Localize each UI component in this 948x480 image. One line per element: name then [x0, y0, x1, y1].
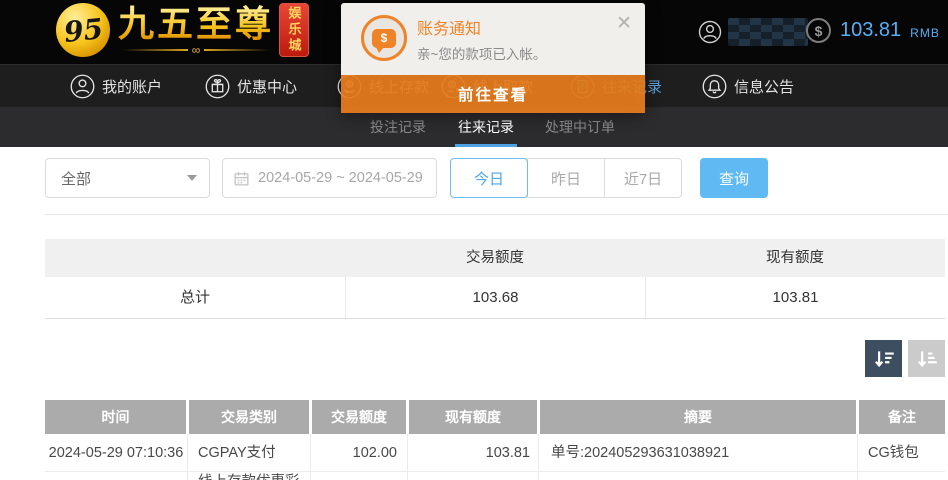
col-header-summary: 摘要: [540, 400, 856, 434]
cell-balance: 103.81: [407, 434, 538, 471]
summary-total-balance: 103.81: [645, 277, 945, 318]
nav-label: 优惠中心: [237, 76, 297, 97]
summary-total-label: 总计: [45, 277, 345, 318]
logo-flourish-icon: ∞: [118, 44, 274, 56]
cell-summary: [538, 472, 857, 480]
site-logo[interactable]: 95 九五至尊 ∞ 娱乐城: [56, 3, 309, 57]
tab-pending-orders[interactable]: 处理中订单: [545, 107, 615, 147]
cell-summary: 单号:202405293631038921: [538, 434, 857, 471]
table-row: 2024-05-29 07:10:36 CGPAY支付 102.00 103.8…: [45, 434, 945, 472]
yesterday-button[interactable]: 昨日: [527, 158, 605, 198]
cell-amount: 102.00: [310, 434, 407, 471]
cell-note: CG钱包: [857, 434, 945, 471]
sort-descending-icon: [871, 346, 897, 372]
summary-table: 交易额度 现有额度 总计 103.68 103.81: [45, 239, 945, 319]
tab-transaction-records[interactable]: 往来记录: [458, 107, 514, 147]
cell-time: 2024-05-29 07:10:36: [45, 434, 187, 471]
logo-monogram-icon: 95: [56, 3, 110, 57]
logo-badge: 娱乐城: [279, 3, 309, 57]
money-bubble-icon: $: [361, 15, 407, 61]
col-header-type: 交易类别: [189, 400, 309, 434]
divider: [45, 214, 948, 215]
last-7-days-button[interactable]: 近7日: [604, 158, 682, 198]
date-range-input[interactable]: 2024-05-29 ~ 2024-05-29: [222, 158, 437, 198]
logo-title: 九五至尊: [118, 4, 274, 44]
dollar-circle-icon: $: [806, 18, 831, 43]
user-account-chip[interactable]: [698, 18, 808, 46]
nav-label: 我的账户: [102, 76, 162, 97]
summary-header-balance: 现有额度: [645, 239, 945, 277]
notification-body: $ 账务通知 亲~您的款项已入帐。 ✕: [341, 3, 645, 75]
gift-icon: [205, 74, 230, 99]
today-button[interactable]: 今日: [450, 158, 528, 198]
records-header-row: 时间 交易类别 交易额度 现有额度 摘要 备注: [45, 400, 945, 434]
type-select[interactable]: 全部: [45, 158, 210, 198]
nav-item-announcements[interactable]: 信息公告: [702, 65, 794, 108]
summary-header-trade: 交易额度: [345, 239, 645, 277]
col-header-balance: 现有额度: [409, 400, 537, 434]
summary-total-trade: 103.68: [345, 277, 645, 318]
summary-total-row: 总计 103.68 103.81: [45, 277, 945, 319]
sort-descending-button[interactable]: [865, 340, 902, 377]
col-header-time: 时间: [45, 400, 186, 434]
calendar-icon: [233, 170, 250, 187]
cell-type: 线上存款优惠彩金: [187, 472, 310, 480]
close-icon[interactable]: ✕: [616, 12, 632, 35]
nav-item-promotions[interactable]: 优惠中心: [205, 65, 297, 108]
col-header-note: 备注: [859, 400, 945, 434]
sort-ascending-icon: [914, 346, 940, 372]
user-icon: [698, 20, 722, 44]
summary-header-empty: [45, 239, 345, 277]
balance-currency: RMB: [910, 26, 940, 40]
notification-title: 账务通知: [417, 15, 481, 39]
summary-header-row: 交易额度 现有额度: [45, 239, 945, 277]
content: 全部 2024-05-29 ~ 2024-05-29 今日 昨日 近7日 查询 …: [0, 147, 948, 480]
cell-type: CGPAY支付: [187, 434, 310, 471]
cell-time: [45, 472, 187, 480]
username-redacted: [728, 18, 808, 46]
chevron-down-icon: [187, 175, 197, 181]
balance-amount: 103.81: [840, 19, 901, 42]
subnav: 投注记录 往来记录 处理中订单: [0, 107, 948, 147]
tab-betting-records[interactable]: 投注记录: [370, 107, 426, 147]
table-row-partial: 线上存款优惠彩金: [45, 472, 945, 480]
sort-ascending-button[interactable]: [908, 340, 945, 377]
notification-popup: $ 账务通知 亲~您的款项已入帐。 ✕ 前往查看: [341, 3, 645, 113]
cell-balance: [407, 472, 538, 480]
nav-item-my-account[interactable]: 我的账户: [70, 65, 162, 108]
go-view-button[interactable]: 前往查看: [341, 75, 645, 113]
logo-text-block: 九五至尊 ∞: [118, 4, 274, 56]
page: 95 九五至尊 ∞ 娱乐城 $ 1: [0, 0, 948, 480]
cell-note: [857, 472, 945, 480]
balance-display: $ 103.81 RMB: [806, 18, 940, 43]
cell-amount: [310, 472, 407, 480]
search-button[interactable]: 查询: [700, 158, 768, 198]
bell-icon: [702, 74, 727, 99]
col-header-amount: 交易额度: [312, 400, 406, 434]
date-range-value: 2024-05-29 ~ 2024-05-29: [258, 170, 423, 186]
nav-label: 信息公告: [734, 76, 794, 97]
type-select-value: 全部: [61, 168, 187, 189]
records-table: 时间 交易类别 交易额度 现有额度 摘要 备注 2024-05-29 07:10…: [45, 400, 945, 480]
notification-message: 亲~您的款项已入帐。: [417, 43, 546, 63]
account-icon: [70, 74, 95, 99]
quick-range-group: 今日 昨日 近7日: [450, 158, 682, 198]
